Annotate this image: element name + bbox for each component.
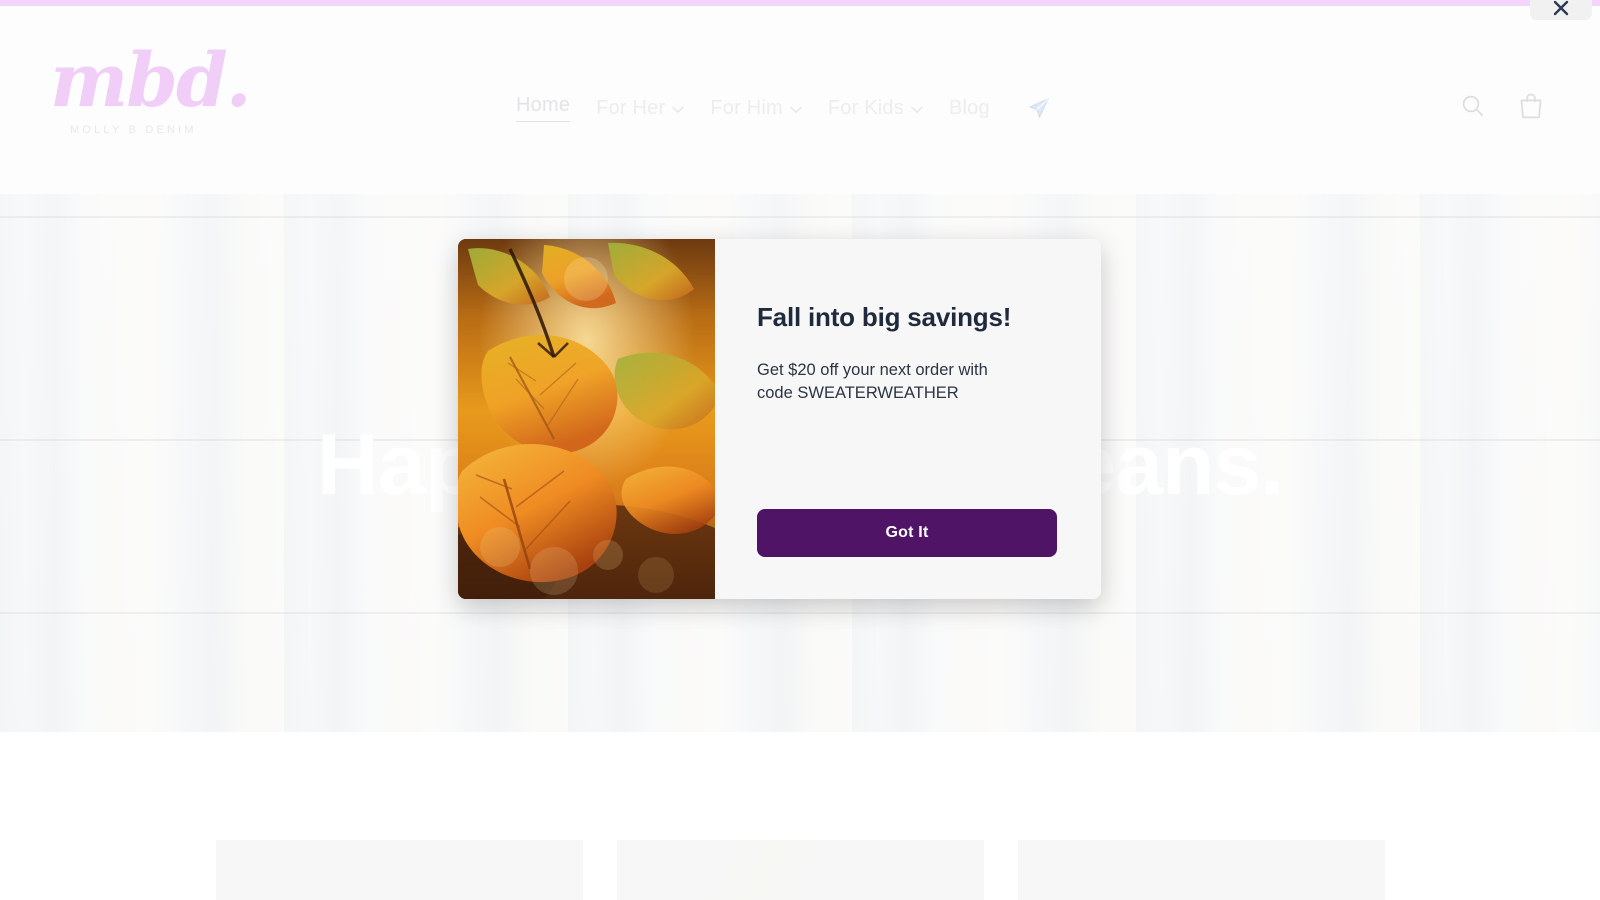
promo-modal-text: Get $20 off your next order with code SW… — [757, 361, 988, 402]
promo-modal-body: Fall into big savings! Get $20 off your … — [715, 239, 1101, 599]
promo-modal: Fall into big savings! Get $20 off your … — [458, 239, 1101, 599]
nav-item-label: For Him — [710, 96, 783, 119]
header-actions — [1460, 92, 1544, 125]
product-card-3[interactable] — [1017, 840, 1385, 900]
promo-modal-image — [458, 239, 715, 599]
nav-item-label: Home — [516, 94, 571, 116]
product-card-1[interactable] — [215, 840, 583, 900]
nav-item-home[interactable]: Home — [516, 94, 571, 122]
main-navigation: Home For Her For Him For Kids Blog — [516, 94, 1052, 122]
autumn-leaves-illustration — [458, 239, 715, 599]
brand-logo[interactable]: mbd. MOLLY B DENIM — [40, 44, 330, 136]
promo-modal-heading: Fall into big savings! — [757, 302, 1012, 332]
page-root: mbd. MOLLY B DENIM Home For Her For Him … — [0, 0, 1600, 900]
nav-item-for-her[interactable]: For Her — [596, 96, 685, 120]
search-icon[interactable] — [1460, 93, 1486, 124]
browser-close-button[interactable] — [1530, 0, 1592, 20]
brand-tagline: MOLLY B DENIM — [70, 124, 197, 136]
nav-item-label: Blog — [948, 96, 990, 119]
product-card-image — [1017, 840, 1385, 900]
brand-wordmark: mbd. — [50, 38, 252, 124]
nav-item-blog[interactable]: Blog — [949, 97, 990, 120]
chevron-down-icon — [672, 97, 685, 120]
chevron-down-icon — [911, 97, 923, 120]
close-icon — [1551, 0, 1571, 18]
top-accent-bar — [0, 0, 1600, 6]
shopping-bag-icon[interactable] — [1518, 92, 1544, 125]
chevron-down-icon — [790, 97, 802, 120]
paper-plane-icon[interactable] — [1026, 95, 1052, 121]
site-header: mbd. MOLLY B DENIM Home For Her For Him … — [0, 6, 1600, 194]
nav-item-label: For Kids — [827, 96, 904, 119]
nav-item-label: For Her — [596, 96, 666, 119]
nav-item-for-kids[interactable]: For Kids — [828, 97, 923, 120]
product-card-image — [215, 840, 583, 900]
nav-item-for-him[interactable]: For Him — [710, 97, 802, 120]
product-card-strip — [0, 840, 1600, 900]
product-card-image — [616, 840, 984, 900]
got-it-button[interactable]: Got It — [757, 509, 1057, 557]
product-card-2[interactable] — [616, 840, 984, 900]
